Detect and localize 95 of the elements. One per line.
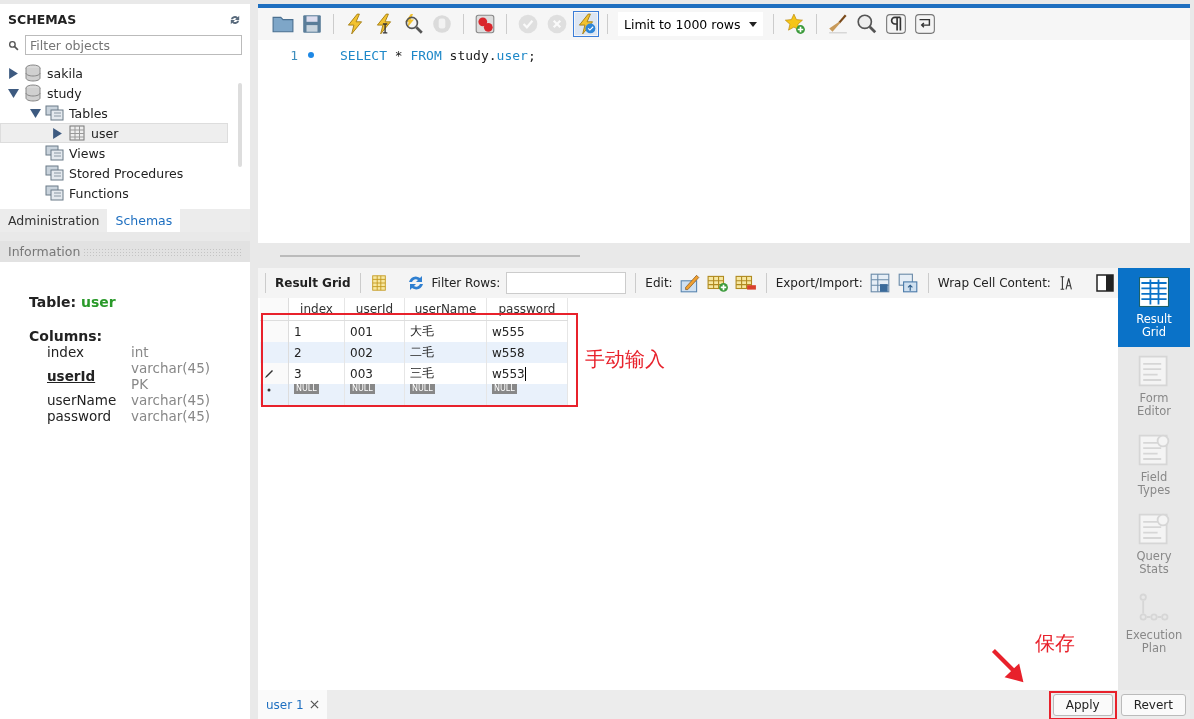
import-icon[interactable]	[896, 272, 919, 294]
row-header[interactable]	[260, 384, 289, 405]
lightning-check-button[interactable]	[575, 13, 597, 35]
table-cell[interactable]: w553	[492, 366, 526, 381]
null-badge: NULL	[350, 384, 375, 394]
lightning-cursor-icon[interactable]	[373, 13, 395, 35]
column-header[interactable]: userId	[344, 298, 405, 321]
lightning-icon[interactable]	[344, 13, 366, 35]
collapse-arrow-icon[interactable]	[51, 127, 63, 139]
folder-icon[interactable]	[45, 143, 65, 163]
folder-icon[interactable]	[45, 163, 65, 183]
highlight-frame	[1048, 690, 1117, 719]
database-icon[interactable]	[23, 83, 43, 103]
action-button[interactable]: Apply	[1052, 693, 1113, 716]
edit-label: Edit:	[645, 276, 673, 290]
column-header[interactable]: password	[486, 298, 568, 321]
table-cell[interactable]: 2	[294, 345, 302, 360]
wrap-label: Wrap Cell Content:	[937, 276, 1051, 290]
result-grid-label: Result Grid	[275, 276, 351, 290]
database-icon[interactable]	[23, 63, 43, 83]
columns-icon[interactable]	[369, 274, 388, 292]
list-chart-icon	[1136, 511, 1172, 547]
table-cell[interactable]: 大毛	[410, 324, 434, 338]
result-tab[interactable]: user 1	[258, 690, 327, 719]
search-icon	[8, 39, 19, 51]
row-header[interactable]	[260, 363, 289, 384]
close-icon[interactable]	[309, 700, 319, 709]
pointer-arrow	[990, 648, 1026, 684]
null-badge: NULL	[294, 384, 319, 394]
column-name: userId	[47, 368, 97, 384]
column-name: userName	[47, 392, 118, 408]
sidebar-tab[interactable]: Administration	[0, 209, 108, 232]
pencil-icon	[264, 368, 274, 379]
table-name: Table: user	[29, 294, 117, 310]
pilcrow-icon[interactable]	[885, 13, 907, 35]
filter-rows-field[interactable]	[506, 272, 627, 294]
code-line: SELECT * FROM study.user;	[340, 47, 536, 63]
table-cell[interactable]: 三毛	[410, 366, 434, 380]
save-icon[interactable]	[301, 13, 323, 35]
caret-icon	[749, 21, 757, 27]
folder-icon[interactable]	[45, 183, 65, 203]
hand-icon	[431, 13, 453, 35]
tree-item[interactable]: Views	[0, 143, 228, 163]
annotation-text: 保存	[1035, 630, 1075, 657]
column-name: password	[47, 408, 113, 424]
column-header[interactable]: userName	[404, 298, 487, 321]
table-cell[interactable]: w555	[492, 324, 525, 339]
grid-icon	[1136, 274, 1172, 310]
check-icon	[517, 13, 539, 35]
table-cell[interactable]: 001	[350, 324, 373, 339]
folder-icon[interactable]	[45, 103, 65, 123]
columns-heading: Columns:	[29, 328, 104, 344]
filter-field[interactable]: Filter objects	[25, 35, 242, 55]
sidebar-tab[interactable]: Schemas	[107, 209, 181, 232]
tree-item[interactable]: study	[0, 83, 228, 103]
lightning-check-icon	[575, 13, 597, 35]
column-name: index	[47, 344, 85, 360]
expand-arrow-icon[interactable]	[29, 107, 41, 119]
panel-title: SCHEMAS	[8, 12, 77, 27]
export-import-label: Export/Import:	[775, 276, 863, 290]
panel-title: Information	[8, 244, 81, 259]
column-header[interactable]: index	[288, 298, 345, 321]
tree-item[interactable]: Tables	[0, 103, 228, 123]
list-search-icon	[1136, 432, 1172, 468]
tree-item[interactable]: Stored Procedures	[0, 163, 228, 183]
panel-toggle-icon[interactable]	[1094, 273, 1115, 293]
collapse-arrow-icon[interactable]	[7, 67, 19, 79]
tree-item[interactable]: user	[0, 123, 228, 143]
column-type: varchar(45)	[131, 408, 212, 424]
table-cell[interactable]: 二毛	[410, 345, 434, 359]
table-cell[interactable]: 3	[294, 366, 302, 381]
table-cell[interactable]: 003	[350, 366, 373, 381]
star-plus-icon[interactable]	[784, 13, 806, 35]
null-badge: NULL	[492, 384, 517, 394]
column-type: int	[131, 344, 150, 360]
table-cell[interactable]: 1	[294, 324, 302, 339]
search-icon[interactable]	[856, 13, 878, 35]
filter-label: Filter Rows:	[431, 276, 501, 290]
row-header[interactable]	[260, 342, 289, 363]
pencil-icon[interactable]	[678, 272, 701, 294]
null-badge: NULL	[410, 384, 435, 394]
line-number: 1	[289, 47, 298, 63]
expand-arrow-icon[interactable]	[7, 87, 19, 99]
cancel-icon	[546, 13, 568, 35]
action-button[interactable]: Revert	[1120, 693, 1186, 716]
export-icon[interactable]	[868, 272, 891, 294]
wrap-icon[interactable]	[914, 13, 936, 35]
stop-icon[interactable]	[474, 13, 496, 35]
broom-icon[interactable]	[827, 13, 849, 35]
tree-item[interactable]: sakila	[0, 63, 228, 83]
limit-dropdown[interactable]: Limit to 1000 rows	[618, 12, 763, 36]
column-type: varchar(45)	[131, 392, 212, 408]
view-tab[interactable]: Result Grid	[1118, 268, 1190, 347]
tree-item[interactable]: Functions	[0, 183, 228, 203]
annotation-text: 手动输入	[585, 346, 665, 373]
